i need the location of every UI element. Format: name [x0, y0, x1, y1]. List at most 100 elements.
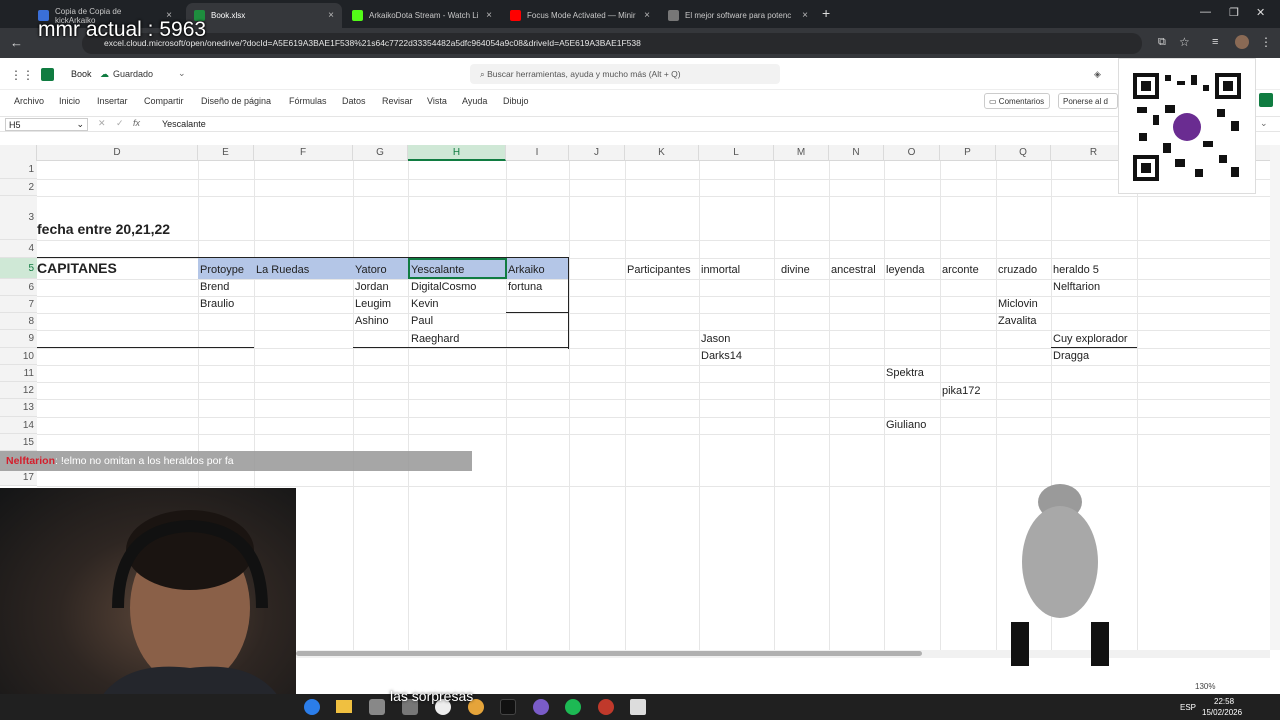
cell-h8[interactable]: Paul	[411, 315, 433, 327]
menu-diseno[interactable]: Diseño de página	[201, 96, 271, 106]
edge-icon[interactable]	[304, 699, 320, 715]
column-header-j[interactable]: J	[569, 145, 625, 161]
expand-formula-icon[interactable]: ⌄	[1260, 118, 1268, 129]
column-header-h[interactable]: H	[408, 145, 506, 161]
cell-r9[interactable]: Cuy explorador	[1053, 333, 1128, 345]
menu-datos[interactable]: Datos	[342, 96, 366, 106]
browser-tab-4[interactable]: Focus Mode Activated — Minir ×	[502, 3, 658, 28]
cell-q8[interactable]: Zavalita	[998, 315, 1037, 327]
cell-l10[interactable]: Darks14	[701, 350, 742, 362]
cell-l9[interactable]: Jason	[701, 333, 730, 345]
vertical-scrollbar[interactable]	[1270, 145, 1280, 650]
column-header-p[interactable]: P	[940, 145, 996, 161]
tab-close-icon[interactable]: ×	[328, 10, 334, 21]
comments-button[interactable]: ▭ Comentarios	[984, 93, 1050, 109]
cell-d5[interactable]: CAPITANES	[37, 260, 117, 276]
menu-archivo[interactable]: Archivo	[14, 96, 44, 106]
cell-o14[interactable]: Giuliano	[886, 419, 926, 431]
row-header-6[interactable]: 6	[0, 279, 37, 296]
row-header-10[interactable]: 10	[0, 348, 37, 365]
cell-h5[interactable]: Yescalante	[411, 264, 464, 276]
chevron-down-icon[interactable]: ⌄	[178, 68, 186, 79]
cell-m5[interactable]: divine	[781, 264, 810, 276]
cancel-icon[interactable]: ✕	[98, 118, 106, 129]
tab-close-icon[interactable]: ×	[802, 10, 808, 21]
cell-i5[interactable]: Arkaiko	[508, 264, 545, 276]
app-icon[interactable]	[598, 699, 614, 715]
cell-h7[interactable]: Kevin	[411, 298, 439, 310]
cell-e5[interactable]: Protoype	[200, 264, 244, 276]
menu-inicio[interactable]: Inicio	[59, 96, 80, 106]
browser-menu-icon[interactable]: ⋮	[1260, 35, 1272, 49]
menu-formulas[interactable]: Fórmulas	[289, 96, 327, 106]
cell-o5[interactable]: leyenda	[886, 264, 925, 276]
cell-p5[interactable]: arconte	[942, 264, 979, 276]
bookmark-star-icon[interactable]: ☆	[1179, 35, 1190, 49]
column-header-f[interactable]: F	[254, 145, 353, 161]
tab-close-icon[interactable]: ×	[486, 10, 492, 21]
share-green-icon[interactable]	[1259, 93, 1273, 107]
cell-g7[interactable]: Leugim	[355, 298, 391, 310]
column-header-i[interactable]: I	[506, 145, 569, 161]
app-icon[interactable]	[533, 699, 549, 715]
column-header-g[interactable]: G	[353, 145, 408, 161]
menu-ayuda[interactable]: Ayuda	[462, 96, 487, 106]
cell-r10[interactable]: Dragga	[1053, 350, 1089, 362]
column-header-k[interactable]: K	[625, 145, 699, 161]
copilot-icon[interactable]: ◈	[1094, 69, 1101, 80]
minimize-icon[interactable]: —	[1200, 6, 1211, 18]
cell-h6[interactable]: DigitalCosmo	[411, 281, 476, 293]
profile-avatar[interactable]	[1235, 35, 1249, 49]
cell-f5[interactable]: La Ruedas	[256, 264, 309, 276]
app-icon[interactable]	[369, 699, 385, 715]
column-header-l[interactable]: L	[699, 145, 774, 161]
cell-e7[interactable]: Braulio	[200, 298, 234, 310]
back-icon[interactable]: ←	[10, 35, 23, 50]
clock-time[interactable]: 22:58	[1214, 697, 1234, 706]
url-field[interactable]: excel.cloud.microsoft/open/onedrive/?doc…	[82, 33, 1142, 54]
cell-q5[interactable]: cruzado	[998, 264, 1037, 276]
playlist-icon[interactable]: ≡	[1212, 36, 1218, 48]
row-header-4[interactable]: 4	[0, 240, 37, 258]
folder-icon[interactable]	[336, 700, 352, 713]
menu-vista[interactable]: Vista	[427, 96, 447, 106]
column-header-d[interactable]: D	[37, 145, 198, 161]
browser-tab-3[interactable]: ArkaikoDota Stream - Watch Li ×	[344, 3, 500, 28]
cell-p12[interactable]: pika172	[942, 385, 981, 397]
select-all-corner[interactable]	[0, 145, 37, 161]
row-header-3[interactable]: 3	[0, 196, 37, 240]
cell-k5[interactable]: Participantes	[627, 264, 691, 276]
cell-o11[interactable]: Spektra	[886, 367, 924, 379]
cell-n5[interactable]: ancestral	[831, 264, 876, 276]
row-header-11[interactable]: 11	[0, 365, 37, 382]
zoom-level[interactable]: 130%	[1195, 682, 1215, 691]
language-indicator[interactable]: ESP	[1180, 703, 1196, 712]
menu-insertar[interactable]: Insertar	[97, 96, 128, 106]
spotify-icon[interactable]	[565, 699, 581, 715]
row-header-15[interactable]: 15	[0, 434, 37, 451]
row-header-1[interactable]: 1	[0, 161, 37, 179]
cell-d3[interactable]: fecha entre 20,21,22	[37, 221, 170, 237]
clock-date[interactable]: 15/02/2026	[1202, 708, 1242, 717]
browser-tab-5[interactable]: El mejor software para potenc ×	[660, 3, 816, 28]
install-app-icon[interactable]: ⧉	[1158, 36, 1166, 49]
cell-g6[interactable]: Jordan	[355, 281, 389, 293]
search-input[interactable]: ⌕ Buscar herramientas, ayuda y mucho más…	[470, 64, 780, 84]
tiktok-icon[interactable]	[500, 699, 516, 715]
row-header-8[interactable]: 8	[0, 313, 37, 330]
menu-dibujo[interactable]: Dibujo	[503, 96, 529, 106]
file-name[interactable]: Book	[71, 69, 92, 79]
row-header-5[interactable]: 5	[0, 258, 37, 279]
row-header-9[interactable]: 9	[0, 330, 37, 348]
cell-g5[interactable]: Yatoro	[355, 264, 387, 276]
column-header-q[interactable]: Q	[996, 145, 1051, 161]
row-header-12[interactable]: 12	[0, 382, 37, 399]
formula-input[interactable]: Yescalante	[162, 119, 206, 129]
photos-icon[interactable]	[630, 699, 646, 715]
confirm-icon[interactable]: ✓	[116, 118, 124, 129]
cell-e6[interactable]: Brend	[200, 281, 229, 293]
horizontal-scroll-thumb[interactable]	[296, 651, 922, 656]
column-header-o[interactable]: O	[884, 145, 940, 161]
app-launcher-icon[interactable]: ⋮⋮	[10, 68, 34, 82]
name-box[interactable]: H5 ⌄	[5, 118, 88, 131]
